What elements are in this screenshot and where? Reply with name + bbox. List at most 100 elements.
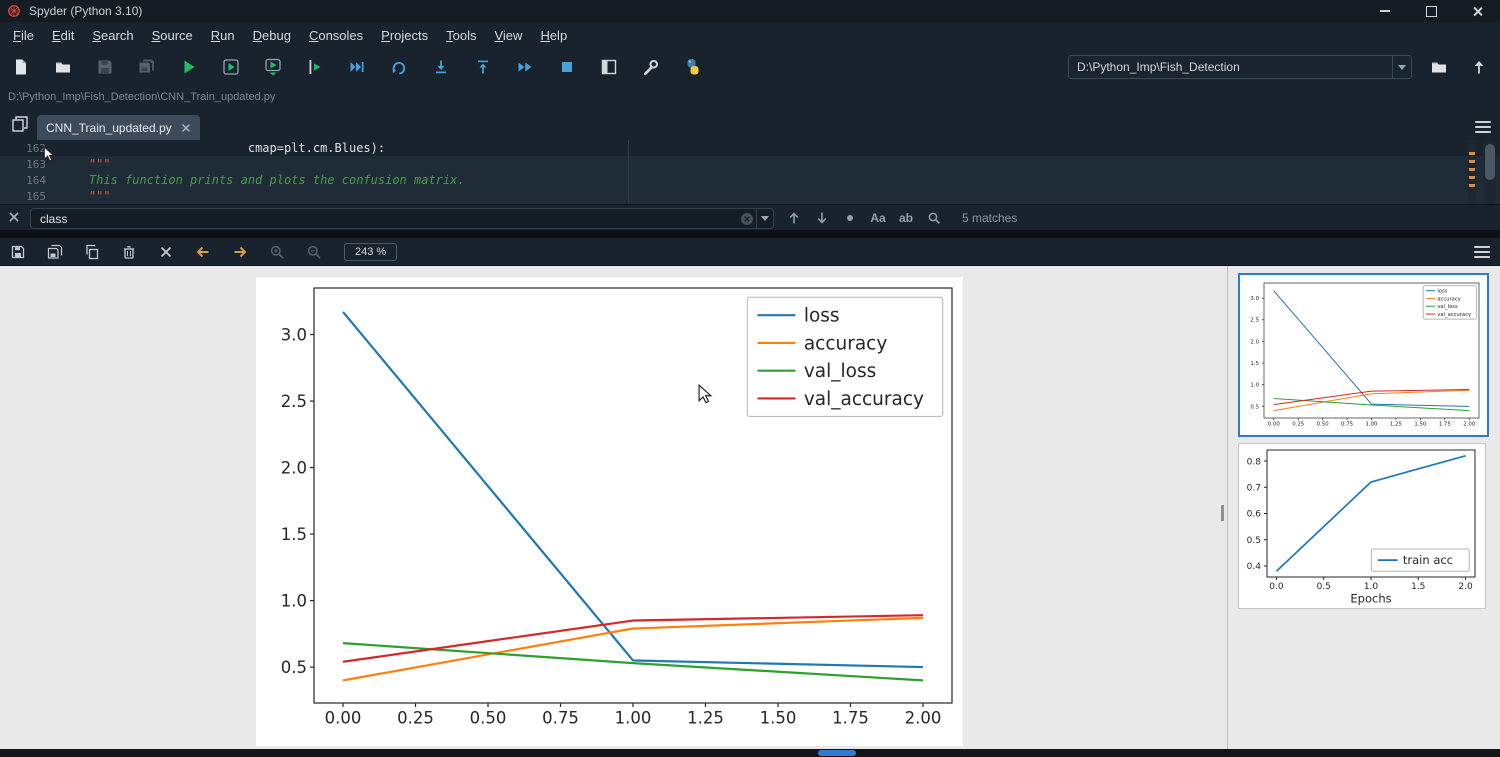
search-match-mark [1469,176,1475,179]
zoom-in-button[interactable] [264,240,290,264]
menu-projects[interactable]: Projects [372,24,437,47]
continue-execution-button[interactable] [512,54,538,80]
working-directory-value: D:\Python_Imp\Fish_Detection [1069,60,1392,74]
highlight-matches-toggle[interactable] [842,210,858,226]
svg-text:0.00: 0.00 [1268,421,1281,427]
current-plot-figure[interactable]: 0.000.250.500.751.001.251.501.752.000.51… [256,277,963,746]
open-file-button[interactable] [50,54,76,80]
working-directory-dropdown-button[interactable] [1392,56,1411,78]
save-icon [10,244,26,260]
code-line[interactable]: 163 """ [0,156,1500,172]
arrow-up-icon [1470,58,1488,76]
save-all-button[interactable] [134,54,160,80]
code-line[interactable]: 165 """ [0,188,1500,204]
remove-plot-button[interactable] [116,240,142,264]
zoom-out-button[interactable] [301,240,327,264]
regex-toggle[interactable] [926,210,942,226]
wrench-icon [642,58,660,76]
code-editor[interactable]: 162 cmap=plt.cm.Blues):163 """164 This f… [0,140,1500,204]
browse-tabs-button[interactable] [8,112,32,136]
find-close-button[interactable] [7,210,21,224]
tab-close-icon[interactable] [181,123,191,133]
menu-run[interactable]: Run [202,24,244,47]
menu-help[interactable]: Help [531,24,576,47]
working-directory-combo[interactable]: D:\Python_Imp\Fish_Detection [1068,55,1412,79]
pane-splitter[interactable] [0,230,1500,238]
search-match-mark [1469,152,1475,155]
scrollbar-handle[interactable] [818,750,856,756]
clear-search-button[interactable] [738,212,756,226]
close-button[interactable] [1454,0,1500,22]
save-plot-button[interactable] [5,240,31,264]
preferences-button[interactable] [638,54,664,80]
training-metrics-chart: 0.000.250.500.751.001.251.501.752.000.51… [256,277,963,746]
svg-text:loss: loss [804,306,840,327]
window-title: Spyder (Python 3.10) [29,4,142,18]
svg-text:2.0: 2.0 [1458,582,1473,592]
debug-continue-button[interactable] [386,54,412,80]
plots-options-menu-button[interactable] [1474,246,1490,258]
svg-text:val_accuracy: val_accuracy [804,389,924,410]
svg-text:1.25: 1.25 [1390,421,1402,427]
divider-handle[interactable] [1221,505,1224,521]
run-cell-button[interactable] [218,54,244,80]
menu-edit[interactable]: Edit [43,24,83,47]
search-history-dropdown[interactable] [756,209,773,228]
svg-text:0.50: 0.50 [1317,421,1330,427]
match-case-toggle[interactable]: Aa [870,210,886,226]
svg-text:1.5: 1.5 [1411,582,1425,592]
step-into-button[interactable] [428,54,454,80]
menu-source[interactable]: Source [143,24,202,47]
editor-scrollbar[interactable] [1483,140,1496,204]
stop-debug-button[interactable] [554,54,580,80]
search-input[interactable] [31,212,738,226]
horizontal-scrollbar[interactable] [0,749,1500,757]
line-number: 162 [0,142,60,155]
code-line[interactable]: 162 cmap=plt.cm.Blues): [0,140,1500,156]
plot-thumbnail-selected[interactable]: 0.000.250.500.751.001.251.501.752.000.51… [1238,273,1489,437]
menu-consoles[interactable]: Consoles [300,24,372,47]
run-cell-advance-button[interactable] [260,54,286,80]
maximize-button[interactable] [1408,0,1454,22]
maximize-pane-button[interactable] [596,54,622,80]
train-acc-thumbnail: 0.00.51.01.52.00.40.50.60.70.8Epochstrai… [1239,444,1485,608]
svg-text:1.0: 1.0 [1364,582,1379,592]
code-line[interactable]: 164 This function prints and plots the c… [0,172,1500,188]
menu-view[interactable]: View [485,24,531,47]
minimize-button[interactable] [1362,0,1408,22]
menu-search[interactable]: Search [83,24,142,47]
menu-tools[interactable]: Tools [437,24,485,47]
svg-text:1.75: 1.75 [832,709,869,728]
parent-directory-button[interactable] [1466,54,1492,80]
svg-text:0.5: 0.5 [281,658,307,677]
whole-words-toggle[interactable]: ab [898,210,914,226]
save-button[interactable] [92,54,118,80]
run-button[interactable] [176,54,202,80]
menu-file[interactable]: File [4,24,43,47]
tab-cnn-train-updated[interactable]: CNN_Train_updated.py [37,115,200,140]
spyder-logo-icon [7,4,21,18]
find-previous-button[interactable] [786,210,802,226]
editor-options-menu-button[interactable] [1475,121,1491,133]
fast-forward-icon [516,58,534,76]
find-next-button[interactable] [814,210,830,226]
python-env-button[interactable] [680,54,706,80]
chevron-down-icon [761,216,769,221]
chevron-down-icon [1398,65,1406,70]
svg-text:3.0: 3.0 [281,325,307,344]
previous-plot-button[interactable] [190,240,216,264]
plot-thumbnail-2[interactable]: 0.00.51.01.52.00.40.50.60.70.8Epochstrai… [1238,443,1486,609]
remove-all-plots-button[interactable] [153,240,179,264]
run-selection-button[interactable] [302,54,328,80]
debug-file-button[interactable] [344,54,370,80]
code-text: This function prints and plots the confu… [60,173,465,187]
matches-count: 5 matches [962,205,1017,231]
new-file-button[interactable] [8,54,34,80]
menu-debug[interactable]: Debug [244,24,300,47]
browse-directory-button[interactable] [1426,54,1452,80]
save-all-plots-button[interactable] [42,240,68,264]
step-return-button[interactable] [470,54,496,80]
copy-image-button[interactable] [79,240,105,264]
next-plot-button[interactable] [227,240,253,264]
line-number: 163 [0,158,60,171]
